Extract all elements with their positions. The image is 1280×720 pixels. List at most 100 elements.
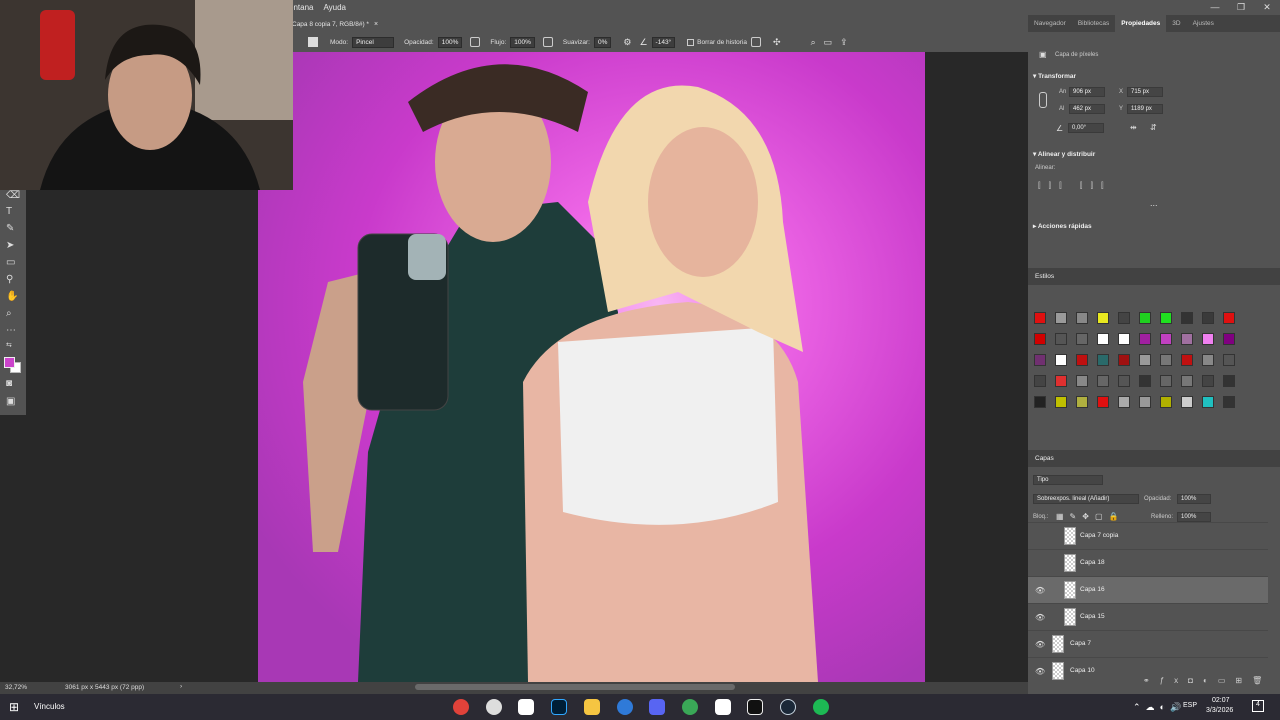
epic-games-icon[interactable] xyxy=(747,699,763,715)
more-tools-icon[interactable]: ⋯ xyxy=(6,325,16,337)
workspace-icon[interactable]: ▭ xyxy=(824,37,833,48)
link-icon[interactable] xyxy=(1039,92,1047,108)
style-swatch[interactable] xyxy=(1055,354,1067,366)
style-swatch[interactable] xyxy=(1160,354,1172,366)
clock-time[interactable]: 02:07 xyxy=(1212,697,1230,704)
minimize-icon[interactable]: — xyxy=(1202,0,1228,15)
document-canvas[interactable] xyxy=(258,52,925,682)
blend-mode-select[interactable]: Sobreexpos. lineal (Añadir) xyxy=(1033,494,1139,504)
close-icon[interactable]: ✕ xyxy=(1254,0,1280,15)
zoom-tool-icon[interactable]: ⌕ xyxy=(6,308,12,320)
align-buttons-icon[interactable]: ⫿⫿⫿ ⫿⫿⫿ xyxy=(1038,181,1112,191)
style-swatch[interactable] xyxy=(1055,396,1067,408)
windows-start-icon[interactable]: ⊞ xyxy=(9,700,19,714)
visibility-eye-icon[interactable]: 👁 xyxy=(1035,640,1045,649)
settings-gear-icon[interactable]: ⚙ xyxy=(623,37,631,48)
pin-icon[interactable]: ⚲ xyxy=(6,274,13,286)
style-swatch[interactable] xyxy=(1097,354,1109,366)
style-swatch[interactable] xyxy=(1076,375,1088,387)
style-swatch[interactable] xyxy=(1223,312,1235,324)
pen-tool-icon[interactable]: ✎ xyxy=(6,223,14,235)
style-swatch[interactable] xyxy=(1223,396,1235,408)
capcut-icon[interactable] xyxy=(518,699,534,715)
brush-preset-icon[interactable] xyxy=(308,37,318,47)
style-swatch[interactable] xyxy=(1181,312,1193,324)
modo-select[interactable]: Pincel xyxy=(352,36,395,48)
taskbar-label[interactable]: Vínculos xyxy=(34,702,65,711)
style-swatch[interactable] xyxy=(1160,333,1172,345)
style-swatch[interactable] xyxy=(1097,312,1109,324)
more-options[interactable]: ... xyxy=(1150,198,1158,208)
style-swatch[interactable] xyxy=(1055,312,1067,324)
style-swatch[interactable] xyxy=(1181,333,1193,345)
flujo-field[interactable]: 100% xyxy=(510,36,535,48)
spotify-icon[interactable] xyxy=(813,699,829,715)
hand-tool-icon[interactable]: ✋ xyxy=(6,291,18,303)
style-swatch[interactable] xyxy=(1160,312,1172,324)
style-swatch[interactable] xyxy=(1034,375,1046,387)
style-swatch[interactable] xyxy=(1118,333,1130,345)
airbrush-icon[interactable] xyxy=(542,37,553,47)
share-icon[interactable]: ⇪ xyxy=(840,37,848,48)
style-swatch[interactable] xyxy=(1223,375,1235,387)
visibility-eye-icon[interactable]: 👁 xyxy=(1035,667,1045,676)
style-swatch[interactable] xyxy=(1139,333,1151,345)
quick-mask-icon[interactable]: ◙ xyxy=(6,378,12,390)
capcut-2-icon[interactable] xyxy=(715,699,731,715)
status-arrow-icon[interactable]: › xyxy=(180,683,182,690)
style-swatch[interactable] xyxy=(1118,396,1130,408)
fill-field[interactable]: 100% xyxy=(1177,512,1211,522)
type-tool-icon[interactable]: T xyxy=(6,206,12,218)
foreground-color-swatch[interactable] xyxy=(4,357,15,368)
style-swatch[interactable] xyxy=(1202,375,1214,387)
style-swatch[interactable] xyxy=(1139,312,1151,324)
layer-filter-select[interactable]: Tipo xyxy=(1033,475,1103,485)
style-swatch[interactable] xyxy=(1097,333,1109,345)
language-indicator[interactable]: ESP xyxy=(1183,702,1197,709)
style-swatch[interactable] xyxy=(1034,333,1046,345)
style-swatch[interactable] xyxy=(1181,375,1193,387)
style-swatch[interactable] xyxy=(1076,396,1088,408)
visibility-eye-icon[interactable]: 👁 xyxy=(1035,586,1045,595)
edge-icon[interactable] xyxy=(617,699,633,715)
align-header[interactable]: ▾ Alinear y distribuir xyxy=(1033,150,1095,158)
style-swatch[interactable] xyxy=(1202,312,1214,324)
layer-opacity-field[interactable]: 100% xyxy=(1177,494,1211,504)
layer-row[interactable]: 👁 Capa 16 xyxy=(1028,576,1268,603)
visibility-eye-icon[interactable]: 👁 xyxy=(1035,613,1045,622)
style-swatch[interactable] xyxy=(1097,396,1109,408)
x-field[interactable]: 715 px xyxy=(1127,87,1163,97)
document-tab[interactable]: Capa 8 copia 7, RGB/8#) * × xyxy=(292,17,378,31)
pressure-size-icon[interactable] xyxy=(751,37,762,47)
an-field[interactable]: 906 px xyxy=(1069,87,1105,97)
style-swatch[interactable] xyxy=(1139,375,1151,387)
notification-icon[interactable]: 4 xyxy=(1252,700,1264,712)
style-swatch[interactable] xyxy=(1202,354,1214,366)
style-swatch[interactable] xyxy=(1076,354,1088,366)
layers-footer-icons[interactable]: ⚭ƒx◘◐▭⊞🗑 xyxy=(1028,676,1280,692)
path-select-icon[interactable]: ➤ xyxy=(6,240,14,252)
file-explorer-icon[interactable] xyxy=(584,699,600,715)
style-swatch[interactable] xyxy=(1055,333,1067,345)
style-swatch[interactable] xyxy=(1139,396,1151,408)
maximize-icon[interactable]: ❐ xyxy=(1228,0,1254,15)
borrar-historia-checkbox[interactable] xyxy=(687,38,695,46)
style-swatch[interactable] xyxy=(1202,333,1214,345)
pressure-opacity-icon[interactable] xyxy=(470,37,481,47)
style-swatch[interactable] xyxy=(1097,375,1109,387)
style-swatch[interactable] xyxy=(1034,312,1046,324)
style-swatch[interactable] xyxy=(1139,354,1151,366)
symmetry-icon[interactable]: ✣ xyxy=(773,37,781,48)
suavizar-field[interactable]: 0% xyxy=(593,36,612,48)
style-swatch[interactable] xyxy=(1034,396,1046,408)
tab-3d[interactable]: 3D xyxy=(1166,15,1186,32)
eraser-icon[interactable]: ⌫ xyxy=(6,190,20,202)
lock-icons[interactable]: ▦✎✥▢🔒 xyxy=(1056,512,1124,521)
style-swatch[interactable] xyxy=(1202,396,1214,408)
style-swatch[interactable] xyxy=(1055,375,1067,387)
clock-date[interactable]: 3/3/2026 xyxy=(1206,707,1233,714)
tab-bibliotecas[interactable]: Bibliotecas xyxy=(1072,15,1115,32)
al-field[interactable]: 462 px xyxy=(1069,104,1105,114)
menu-item-ayuda[interactable]: Ayuda xyxy=(323,3,346,12)
layer-row[interactable]: Capa 7 copia xyxy=(1028,522,1268,549)
